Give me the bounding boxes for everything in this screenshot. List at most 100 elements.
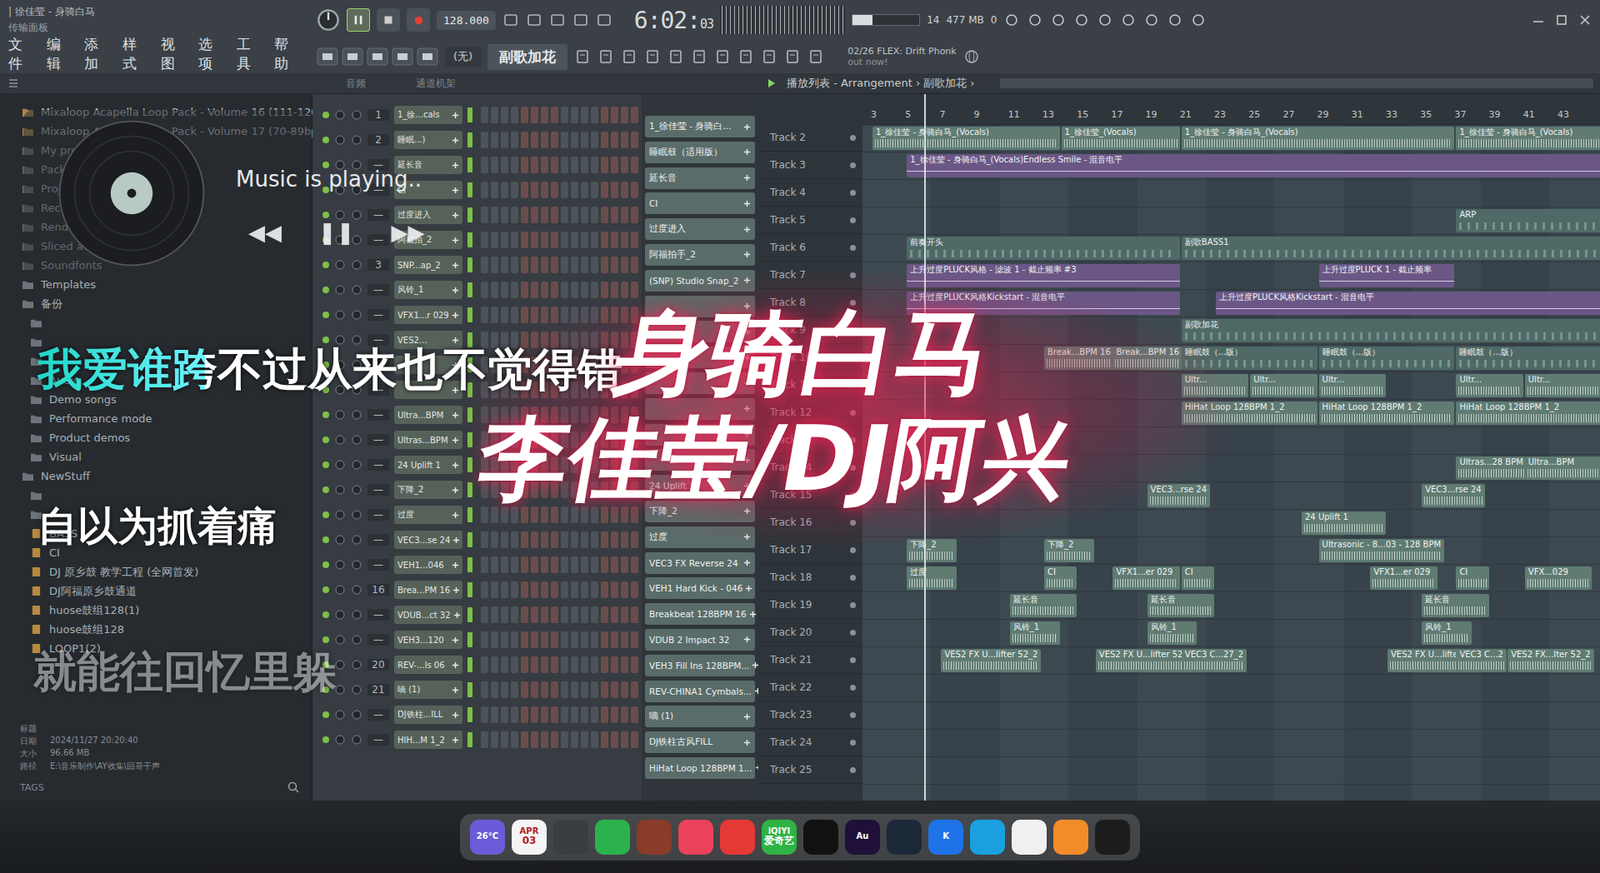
news-hint[interactable]: 02/26 FLEX: Drift Phonkout now! [847, 45, 957, 68]
dock-app-icon[interactable] [553, 820, 589, 855]
step-button[interactable] [590, 531, 599, 549]
step-button[interactable] [550, 706, 559, 724]
step-button[interactable] [560, 156, 569, 174]
step-button[interactable] [490, 656, 499, 674]
channel-mute-led[interactable] [322, 136, 330, 144]
step-button[interactable] [610, 156, 619, 174]
step-button[interactable] [530, 506, 539, 524]
step-button[interactable] [540, 706, 549, 724]
playlist-clip[interactable]: VFX1...er 029 [1370, 566, 1437, 590]
playlist-clip[interactable]: CI [1455, 566, 1489, 590]
step-button[interactable] [530, 206, 539, 224]
channel-select-led[interactable] [467, 507, 473, 523]
volume-knob-icon[interactable] [350, 459, 363, 471]
pattern-item[interactable]: 阿福拍手_2 [645, 244, 755, 266]
dock-app-icon[interactable] [636, 820, 672, 855]
pan-knob-icon[interactable] [334, 434, 346, 446]
playlist-clip[interactable]: 上升过度PLUCK 1 - 截止频率 [1319, 264, 1455, 288]
step-button[interactable] [530, 231, 539, 249]
step-button[interactable] [500, 256, 509, 274]
menu-item[interactable]: 帮助 [274, 35, 302, 74]
playlist-clip[interactable]: Break...BPM 16 [1044, 346, 1115, 370]
stop-button[interactable] [376, 8, 400, 32]
mixer-track-number[interactable]: — [367, 509, 390, 521]
step-button[interactable] [580, 281, 589, 299]
step-button[interactable] [480, 706, 489, 724]
step-button[interactable] [550, 606, 559, 624]
channel-select-led[interactable] [467, 582, 473, 598]
step-button[interactable] [590, 731, 599, 749]
step-button[interactable] [500, 156, 509, 174]
volume-knob-icon[interactable] [350, 534, 363, 546]
step-button[interactable] [590, 181, 599, 199]
step-button[interactable] [600, 506, 609, 524]
step-button[interactable] [530, 681, 539, 699]
step-button[interactable] [630, 656, 639, 674]
volume-knob-icon[interactable] [350, 284, 363, 296]
step-button[interactable] [560, 556, 569, 574]
track-mute-dot[interactable] [850, 767, 856, 774]
playlist-clip[interactable]: HiHat Loop 128BPM 1_2 [1455, 401, 1600, 425]
channel-name-button[interactable]: 下降_2 [394, 480, 463, 500]
step-button[interactable] [520, 156, 529, 174]
step-button[interactable] [510, 156, 519, 174]
step-button[interactable] [500, 706, 509, 724]
pattern-item[interactable]: CI [645, 192, 755, 215]
toolbar-shortcut-icon[interactable] [1026, 11, 1044, 29]
step-button[interactable] [530, 531, 539, 549]
pause-button[interactable]: ❚❚ [318, 220, 355, 245]
playlist-clip[interactable]: 风铃_1 [1010, 621, 1060, 645]
step-button[interactable] [480, 681, 489, 699]
channel-name-button[interactable]: 嘀 (1) [394, 680, 463, 700]
channel-mute-led[interactable] [322, 461, 330, 469]
step-button[interactable] [530, 656, 539, 674]
step-button[interactable] [580, 731, 589, 749]
step-button[interactable] [570, 531, 579, 549]
step-button[interactable] [630, 181, 639, 199]
step-button[interactable] [500, 206, 509, 224]
pattern-item[interactable]: VDUB 2 Impact 32 [645, 629, 755, 651]
step-button[interactable] [530, 281, 539, 299]
volume-knob-icon[interactable] [350, 659, 363, 671]
step-button[interactable] [480, 306, 489, 324]
playlist-clip[interactable]: 睡眠鼓（...版） [1455, 346, 1600, 370]
step-button[interactable] [630, 556, 639, 574]
channel-select-led[interactable] [467, 607, 473, 623]
step-button[interactable] [620, 281, 629, 299]
step-button[interactable] [480, 556, 489, 574]
step-button[interactable] [540, 606, 549, 624]
mixer-track-number[interactable]: — [367, 459, 390, 471]
step-button[interactable] [520, 531, 529, 549]
pan-knob-icon[interactable] [334, 259, 346, 271]
globe-icon[interactable] [963, 48, 980, 65]
track-header[interactable]: Track 20 [758, 619, 863, 647]
channel-mute-led[interactable] [322, 536, 330, 544]
channel-name-button[interactable]: Brea...PM 16 [394, 580, 463, 600]
mixer-track-number[interactable]: — [367, 309, 390, 321]
step-button[interactable] [600, 656, 609, 674]
step-button[interactable] [610, 631, 619, 649]
step-button[interactable] [590, 631, 599, 649]
step-button[interactable] [570, 606, 579, 624]
record-button[interactable] [406, 8, 430, 32]
step-button[interactable] [610, 531, 619, 549]
playlist-clip[interactable]: 前奏开头 [906, 236, 1180, 260]
dock-app-icon[interactable] [720, 820, 755, 855]
pattern-item[interactable]: Breakbeat 128BPM 16 [645, 603, 755, 625]
step-button[interactable] [590, 156, 599, 174]
step-button[interactable] [600, 206, 609, 224]
playlist-clip[interactable]: Break...BPM 16 [1112, 346, 1183, 370]
step-button[interactable] [570, 656, 579, 674]
step-button[interactable] [500, 556, 509, 574]
pattern-item[interactable]: 过度进入 [645, 218, 755, 240]
dock-app-icon[interactable] [1095, 820, 1130, 855]
step-button[interactable] [500, 681, 509, 699]
step-button[interactable] [580, 181, 589, 199]
browser-menu-icon[interactable] [6, 76, 20, 90]
step-button[interactable] [580, 231, 589, 249]
step-button[interactable] [480, 206, 489, 224]
play-pause-button[interactable] [346, 8, 370, 32]
step-button[interactable] [540, 106, 549, 124]
pattern-item[interactable]: 嘀 (1) [645, 705, 755, 728]
channel-select-led[interactable] [467, 707, 473, 723]
